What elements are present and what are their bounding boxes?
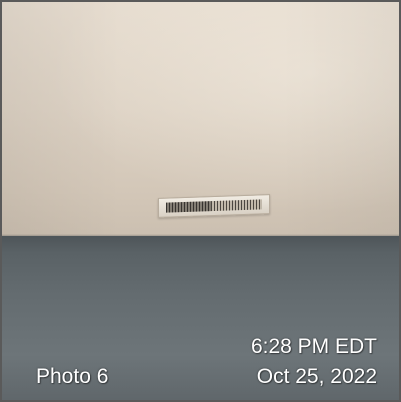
- ceiling-vent: [158, 194, 270, 218]
- photo-frame: Photo 6 6:28 PM EDT Oct 25, 2022: [0, 0, 401, 402]
- photo-label: Photo 6: [36, 365, 109, 388]
- timestamp-time: 6:28 PM EDT: [250, 335, 377, 358]
- timestamp-date: Oct 25, 2022: [256, 365, 377, 388]
- vent-slots-shade: [166, 201, 211, 213]
